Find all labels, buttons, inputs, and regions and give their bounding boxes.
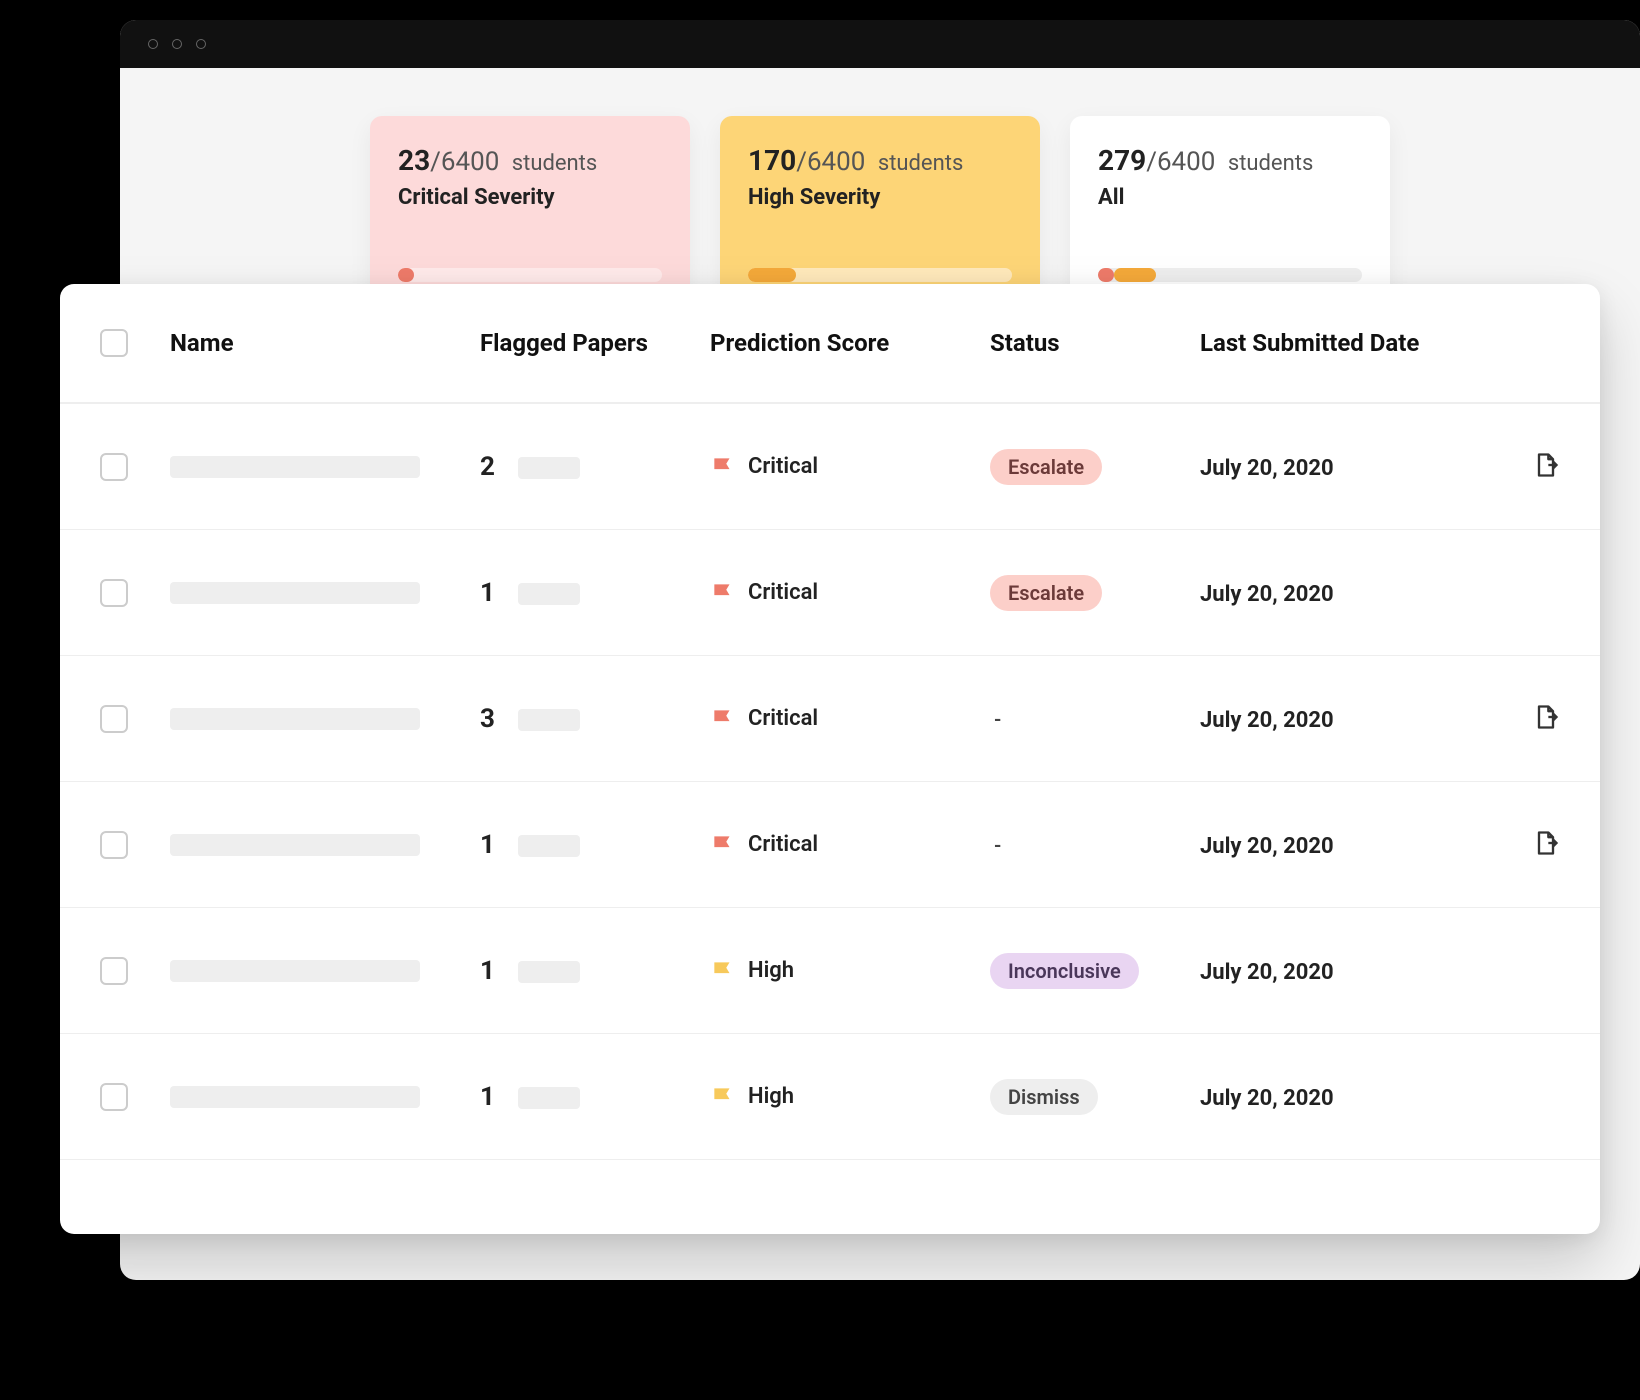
- flagged-placeholder: [518, 835, 580, 857]
- status-badge[interactable]: -: [990, 827, 1019, 863]
- summary-card-critical[interactable]: 23/6400 students Critical Severity: [370, 116, 690, 306]
- summary-count: 279/6400 students: [1098, 144, 1362, 177]
- window-dot-icon: [172, 39, 182, 49]
- prediction-label: Critical: [748, 832, 818, 857]
- flagged-count: 1: [480, 830, 498, 860]
- submitted-date: July 20, 2020: [1200, 582, 1334, 607]
- name-placeholder: [170, 834, 420, 856]
- summary-label: High Severity: [748, 185, 1012, 210]
- summary-count: 170/6400 students: [748, 144, 1012, 177]
- summary-label: Critical Severity: [398, 185, 662, 210]
- flagged-count: 3: [480, 704, 498, 734]
- column-header-prediction[interactable]: Prediction Score: [710, 329, 990, 357]
- flagged-count: 1: [480, 956, 498, 986]
- prediction-label: High: [748, 1084, 794, 1109]
- table-row[interactable]: 1 Critical - July 20, 2020: [60, 782, 1600, 908]
- summary-progress: [1098, 268, 1362, 282]
- window-dot-icon: [148, 39, 158, 49]
- prediction-label: Critical: [748, 706, 818, 731]
- row-checkbox[interactable]: [100, 579, 128, 607]
- table-row[interactable]: 1 Critical Escalate July 20, 2020: [60, 530, 1600, 656]
- row-checkbox[interactable]: [100, 831, 128, 859]
- submitted-date: July 20, 2020: [1200, 708, 1334, 733]
- flag-icon: [710, 580, 736, 606]
- flagged-count: 1: [480, 1082, 498, 1112]
- flagged-placeholder: [518, 1087, 580, 1109]
- name-placeholder: [170, 1086, 420, 1108]
- table-row[interactable]: 3 Critical - July 20, 2020: [60, 656, 1600, 782]
- status-badge[interactable]: -: [990, 701, 1019, 737]
- name-placeholder: [170, 708, 420, 730]
- name-placeholder: [170, 582, 420, 604]
- document-export-icon[interactable]: [1532, 451, 1560, 479]
- status-badge[interactable]: Dismiss: [990, 1079, 1098, 1115]
- browser-titlebar: [120, 20, 1640, 68]
- name-placeholder: [170, 960, 420, 982]
- summary-label: All: [1098, 185, 1362, 210]
- row-checkbox[interactable]: [100, 453, 128, 481]
- summary-progress: [398, 268, 662, 282]
- column-header-name[interactable]: Name: [170, 329, 480, 357]
- row-checkbox[interactable]: [100, 957, 128, 985]
- row-checkbox[interactable]: [100, 705, 128, 733]
- flagged-placeholder: [518, 709, 580, 731]
- prediction-label: Critical: [748, 580, 818, 605]
- flagged-placeholder: [518, 583, 580, 605]
- column-header-date[interactable]: Last Submitted Date: [1200, 329, 1430, 357]
- submitted-date: July 20, 2020: [1200, 456, 1334, 481]
- flagged-count: 2: [480, 452, 498, 482]
- document-export-icon[interactable]: [1532, 829, 1560, 857]
- document-export-icon[interactable]: [1532, 703, 1560, 731]
- status-badge[interactable]: Inconclusive: [990, 953, 1139, 989]
- prediction-label: High: [748, 958, 794, 983]
- flagged-count: 1: [480, 578, 498, 608]
- submitted-date: July 20, 2020: [1200, 960, 1334, 985]
- summary-card-all[interactable]: 279/6400 students All: [1070, 116, 1390, 306]
- table-row[interactable]: 1 High Dismiss July 20, 2020: [60, 1034, 1600, 1160]
- flag-icon: [710, 1084, 736, 1110]
- prediction-label: Critical: [748, 454, 818, 479]
- submitted-date: July 20, 2020: [1200, 1086, 1334, 1111]
- flagged-placeholder: [518, 457, 580, 479]
- column-header-status[interactable]: Status: [990, 329, 1200, 357]
- flag-icon: [710, 706, 736, 732]
- table-row[interactable]: 1 High Inconclusive July 20, 2020: [60, 908, 1600, 1034]
- submitted-date: July 20, 2020: [1200, 834, 1334, 859]
- select-all-checkbox[interactable]: [100, 329, 128, 357]
- status-badge[interactable]: Escalate: [990, 449, 1102, 485]
- flag-icon: [710, 958, 736, 984]
- column-header-flagged[interactable]: Flagged Papers: [480, 329, 710, 357]
- status-badge[interactable]: Escalate: [990, 575, 1102, 611]
- summary-card-high[interactable]: 170/6400 students High Severity: [720, 116, 1040, 306]
- row-checkbox[interactable]: [100, 1083, 128, 1111]
- name-placeholder: [170, 456, 420, 478]
- flagged-placeholder: [518, 961, 580, 983]
- flag-icon: [710, 832, 736, 858]
- table-header: Name Flagged Papers Prediction Score Sta…: [60, 284, 1600, 404]
- table-row[interactable]: 2 Critical Escalate July 20, 2020: [60, 404, 1600, 530]
- summary-count: 23/6400 students: [398, 144, 662, 177]
- table-window: Name Flagged Papers Prediction Score Sta…: [60, 284, 1600, 1234]
- window-dot-icon: [196, 39, 206, 49]
- summary-progress: [748, 268, 1012, 282]
- table-body: 2 Critical Escalate July 20, 2020 1: [60, 404, 1600, 1160]
- flag-icon: [710, 454, 736, 480]
